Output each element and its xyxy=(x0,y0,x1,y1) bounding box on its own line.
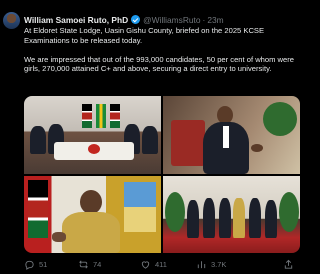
bar-chart-icon xyxy=(197,260,206,268)
reply-button[interactable]: 51 xyxy=(24,259,78,270)
like-button[interactable]: 411 xyxy=(140,259,196,270)
photo-seated-official[interactable] xyxy=(163,96,300,174)
tweet-paragraph-1: At Eldoret State Lodge, Uasin Gishu Coun… xyxy=(24,26,265,45)
views-button[interactable]: 3.7K xyxy=(196,259,252,270)
like-count: 411 xyxy=(155,259,167,269)
photo-group-portrait[interactable] xyxy=(163,176,300,253)
repost-icon xyxy=(79,260,88,268)
share-icon xyxy=(284,259,293,269)
heart-icon xyxy=(141,260,150,269)
verified-badge-icon xyxy=(131,15,141,24)
repost-count: 74 xyxy=(93,259,102,269)
author-avatar[interactable] xyxy=(3,12,20,29)
tweet-action-bar: 51 74 411 3.7K xyxy=(24,257,300,271)
share-button[interactable] xyxy=(283,259,294,270)
tweet-paragraph-2: We are impressed that out of the 993,000… xyxy=(24,54,295,74)
photo-man-with-flag[interactable] xyxy=(24,176,161,253)
tweet-header: William Samoei Ruto, PhD @WilliamsRuto ·… xyxy=(24,13,300,26)
views-count: 3.7K xyxy=(211,259,227,269)
author-handle[interactable]: @WilliamsRuto xyxy=(143,15,200,25)
photo-meeting-table[interactable] xyxy=(24,96,161,174)
separator-dot: · xyxy=(202,14,206,25)
tweet-text: At Eldoret State Lodge, Uasin Gishu Coun… xyxy=(24,26,300,74)
reply-icon xyxy=(25,260,34,270)
tweet-timestamp[interactable]: 23m xyxy=(207,15,223,25)
tweet-media-grid xyxy=(24,96,300,253)
reply-count: 51 xyxy=(39,259,48,269)
repost-button[interactable]: 74 xyxy=(78,259,140,270)
author-name[interactable]: William Samoei Ruto, PhD xyxy=(24,15,128,25)
